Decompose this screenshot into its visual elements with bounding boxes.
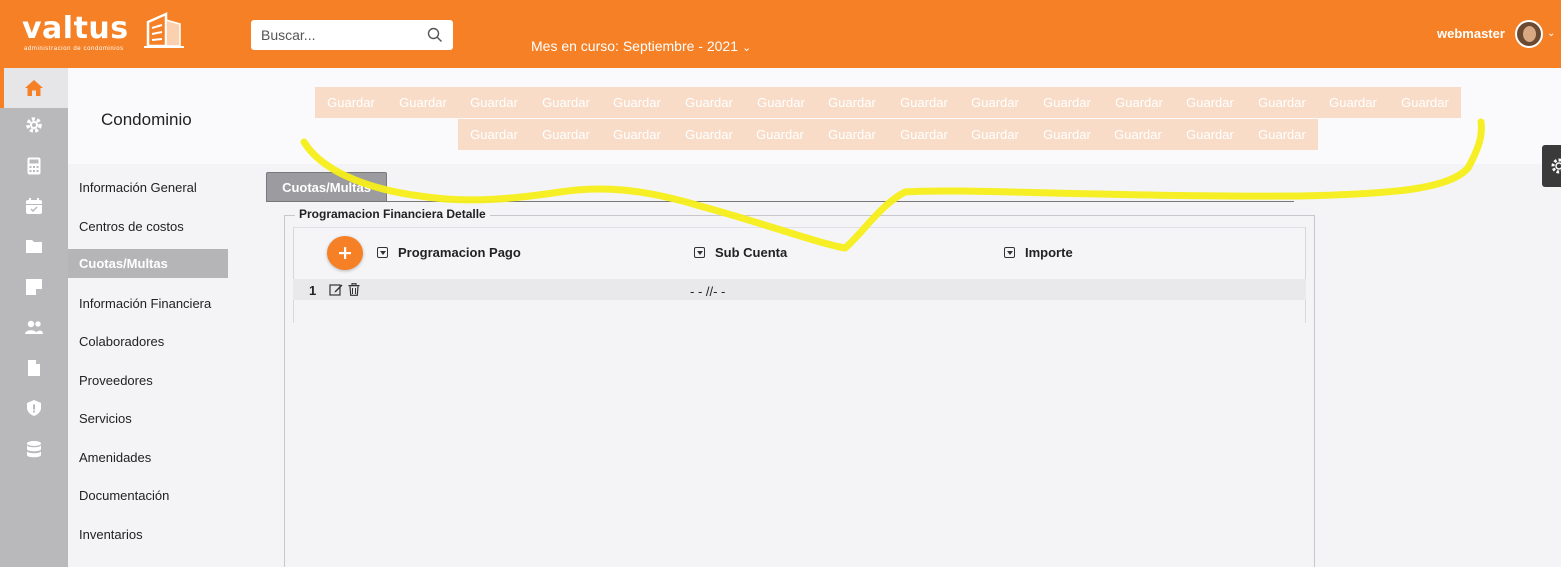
add-row-button[interactable]	[327, 236, 363, 270]
save-button[interactable]: Guardar	[1174, 87, 1246, 118]
building-icon	[144, 12, 184, 48]
current-month-selector[interactable]: Mes en curso: Septiembre - 2021 ⌄	[531, 38, 751, 54]
table-row[interactable]	[293, 279, 1306, 300]
page-title: Condominio	[101, 110, 192, 129]
save-button[interactable]: Guardar	[458, 119, 530, 150]
save-button[interactable]: Guardar	[1102, 119, 1174, 150]
database-icon	[27, 441, 41, 458]
folder-icon	[26, 240, 42, 253]
save-button[interactable]: Guardar	[673, 87, 745, 118]
save-button[interactable]: Guardar	[888, 87, 960, 118]
menu-item-informacion-financiera[interactable]: Información Financiera	[68, 289, 228, 318]
save-button[interactable]: Guardar	[673, 119, 745, 150]
gear-icon	[26, 117, 42, 133]
rail-security[interactable]	[0, 388, 68, 428]
save-button[interactable]: Guardar	[745, 87, 817, 118]
column-header-programacion-pago[interactable]: Programacion Pago	[377, 245, 521, 260]
avatar[interactable]	[1515, 20, 1543, 48]
search-input[interactable]	[251, 20, 411, 50]
save-button[interactable]: Guardar	[888, 119, 960, 150]
logo-wordmark: valtus	[22, 11, 129, 46]
tab-cuotas-multas[interactable]: Cuotas/Multas	[266, 172, 387, 202]
save-button[interactable]: Guardar	[601, 119, 673, 150]
username[interactable]: webmaster	[1437, 26, 1505, 41]
top-bar: valtus administracion de condominios Mes…	[0, 0, 1561, 68]
shield-icon	[27, 400, 41, 416]
icon-rail	[0, 68, 68, 567]
save-button[interactable]: Guardar	[1246, 119, 1318, 150]
menu-item-servicios[interactable]: Servicios	[68, 404, 228, 433]
menu-item-inventarios[interactable]: Inventarios	[68, 520, 228, 549]
trash-icon[interactable]	[348, 283, 360, 296]
column-header-importe[interactable]: Importe	[1004, 245, 1073, 260]
rail-settings[interactable]	[0, 105, 68, 145]
row-number: 1	[309, 283, 317, 298]
search-box	[251, 20, 453, 50]
save-button[interactable]: Guardar	[1031, 87, 1103, 118]
save-button[interactable]: Guardar	[530, 119, 602, 150]
menu-item-proveedores[interactable]: Proveedores	[68, 366, 228, 395]
menu-item-colaboradores[interactable]: Colaboradores	[68, 327, 228, 356]
rail-home[interactable]	[0, 68, 68, 108]
gear-icon	[1551, 158, 1561, 174]
save-button[interactable]: Guardar	[1174, 119, 1246, 150]
save-button[interactable]: Guardar	[959, 87, 1031, 118]
save-button[interactable]: Guardar	[959, 119, 1031, 150]
save-button[interactable]: Guardar	[1389, 87, 1461, 118]
save-button[interactable]: Guardar	[816, 119, 888, 150]
rail-folder[interactable]	[0, 226, 68, 266]
sub-cuenta-cell: - - //- -	[690, 284, 726, 299]
current-month-label: Mes en curso: Septiembre - 2021	[531, 38, 738, 54]
search-icon[interactable]	[427, 27, 443, 43]
users-icon	[25, 320, 43, 334]
detail-grid	[293, 227, 1306, 323]
column-header-sub-cuenta[interactable]: Sub Cuenta	[694, 245, 787, 260]
calculator-icon	[27, 157, 41, 175]
save-button[interactable]: Guardar	[458, 87, 530, 118]
column-filter-icon[interactable]	[694, 247, 705, 258]
rail-users[interactable]	[0, 307, 68, 347]
save-button[interactable]: Guardar	[1246, 87, 1318, 118]
chevron-down-icon: ⌄	[742, 42, 752, 54]
rail-calculator[interactable]	[0, 146, 68, 186]
home-icon	[25, 80, 43, 96]
save-button[interactable]: Guardar	[744, 119, 816, 150]
save-button[interactable]: Guardar	[387, 87, 459, 118]
save-button[interactable]: Guardar	[816, 87, 888, 118]
rail-notes[interactable]	[0, 267, 68, 307]
rail-database[interactable]	[0, 429, 68, 469]
file-icon	[28, 360, 40, 376]
column-label: Programacion Pago	[398, 245, 521, 260]
calendar-icon	[26, 198, 42, 214]
valtus-logo[interactable]: valtus administracion de condominios	[22, 12, 192, 60]
sticky-note-icon	[26, 279, 42, 295]
save-button[interactable]: Guardar	[315, 87, 387, 118]
settings-panel-toggle[interactable]	[1542, 145, 1561, 187]
plus-icon	[339, 247, 351, 259]
user-menu-chevron-icon[interactable]: ⌄	[1547, 28, 1555, 39]
logo-subtitle: administracion de condominios	[24, 46, 124, 52]
save-button[interactable]: Guardar	[1031, 119, 1103, 150]
menu-item-amenidades[interactable]: Amenidades	[68, 443, 228, 472]
save-button[interactable]: Guardar	[530, 87, 602, 118]
tab-divider	[266, 201, 1294, 202]
column-filter-icon[interactable]	[1004, 247, 1015, 258]
detail-legend: Programacion Financiera Detalle	[295, 207, 490, 221]
menu-item-informacion-general[interactable]: Información General	[68, 173, 228, 202]
save-button[interactable]: Guardar	[1103, 87, 1175, 118]
rail-calendar[interactable]	[0, 186, 68, 226]
rail-file[interactable]	[0, 348, 68, 388]
menu-item-documentacion[interactable]: Documentación	[68, 481, 228, 510]
column-filter-icon[interactable]	[377, 247, 388, 258]
menu-item-cuotas-multas[interactable]: Cuotas/Multas	[68, 249, 228, 278]
column-label: Sub Cuenta	[715, 245, 788, 260]
save-button[interactable]: Guardar	[1317, 87, 1389, 118]
column-label: Importe	[1025, 245, 1073, 260]
save-button[interactable]: Guardar	[601, 87, 673, 118]
menu-item-centros-de-costos[interactable]: Centros de costos	[68, 212, 228, 241]
edit-icon[interactable]	[329, 283, 343, 296]
